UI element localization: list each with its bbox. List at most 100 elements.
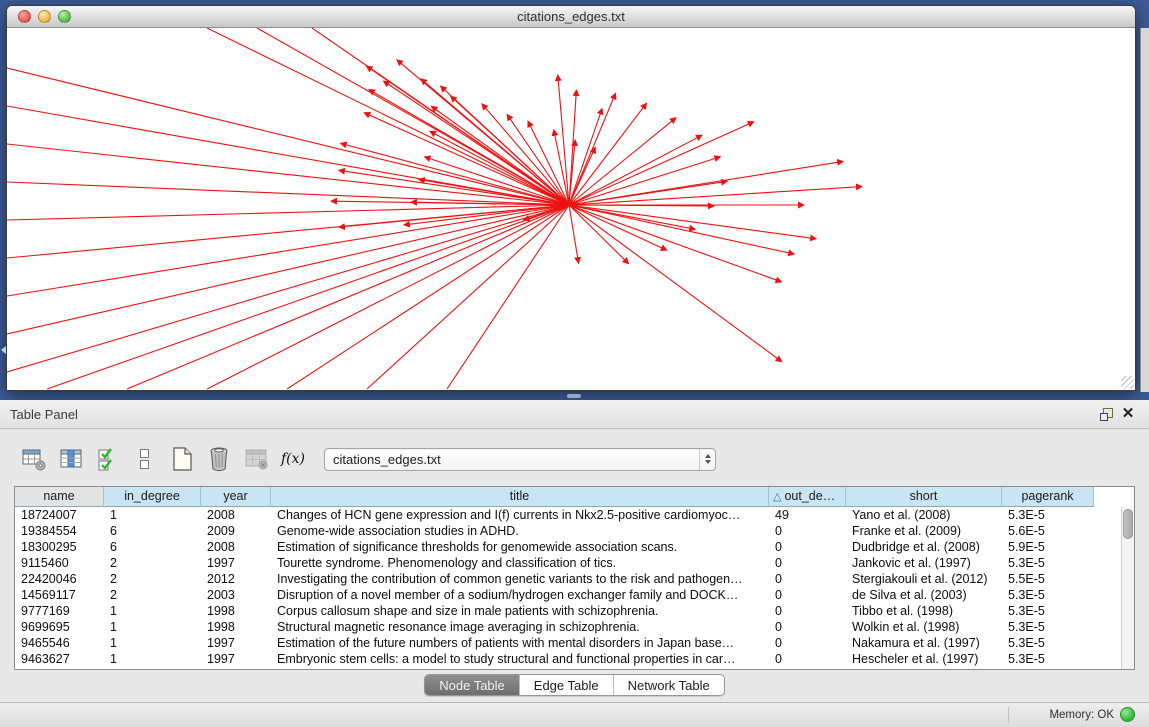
cell-title[interactable]: Disruption of a novel member of a sodium… bbox=[271, 587, 769, 603]
graph-edge[interactable] bbox=[569, 187, 862, 205]
create-column-button[interactable] bbox=[166, 442, 198, 476]
graph-edge[interactable] bbox=[431, 106, 569, 205]
graph-edge[interactable] bbox=[7, 144, 569, 205]
network-canvas[interactable] bbox=[7, 28, 1135, 390]
cell-year[interactable]: 1998 bbox=[201, 619, 271, 635]
cell-name[interactable]: 9777169 bbox=[15, 603, 104, 619]
cell-in_degree[interactable]: 2 bbox=[104, 571, 201, 587]
column-header-short[interactable]: short bbox=[846, 487, 1002, 507]
graph-edge[interactable] bbox=[569, 103, 647, 205]
cell-year[interactable]: 2008 bbox=[201, 507, 271, 523]
cell-in_degree[interactable]: 2 bbox=[104, 555, 201, 571]
cell-in_degree[interactable]: 6 bbox=[104, 539, 201, 555]
cell-in_degree[interactable]: 1 bbox=[104, 507, 201, 523]
table-row[interactable]: 2242004622012Investigating the contribut… bbox=[15, 571, 1121, 587]
cell-year[interactable]: 1997 bbox=[201, 651, 271, 667]
table-vertical-scrollbar[interactable] bbox=[1121, 507, 1134, 669]
cell-title[interactable]: Estimation of the future numbers of pati… bbox=[271, 635, 769, 651]
cell-year[interactable]: 1997 bbox=[201, 635, 271, 651]
cell-year[interactable]: 1997 bbox=[201, 555, 271, 571]
close-panel-button[interactable]: ✕ bbox=[1117, 404, 1139, 424]
graph-edge[interactable] bbox=[569, 122, 754, 205]
graph-edge[interactable] bbox=[430, 131, 569, 205]
function-builder-button[interactable]: f(x) bbox=[277, 442, 309, 476]
tab-network-table[interactable]: Network Table bbox=[613, 675, 724, 695]
graph-edge[interactable] bbox=[7, 68, 569, 205]
cell-out_de[interactable]: 0 bbox=[769, 523, 846, 539]
table-row[interactable]: 1938455462009Genome-wide association stu… bbox=[15, 523, 1121, 539]
graph-edge[interactable] bbox=[569, 205, 629, 264]
combo-stepper-icon[interactable] bbox=[699, 449, 715, 470]
cell-title[interactable]: Estimation of significance thresholds fo… bbox=[271, 539, 769, 555]
table-row[interactable]: 969969511998Structural magnetic resonanc… bbox=[15, 619, 1121, 635]
cell-pagerank[interactable]: 5.3E-5 bbox=[1002, 635, 1094, 651]
cell-in_degree[interactable]: 1 bbox=[104, 651, 201, 667]
cell-short[interactable]: de Silva et al. (2003) bbox=[846, 587, 1002, 603]
cell-name[interactable]: 9465546 bbox=[15, 635, 104, 651]
cell-short[interactable]: Yano et al. (2008) bbox=[846, 507, 1002, 523]
tab-edge-table[interactable]: Edge Table bbox=[519, 675, 613, 695]
cell-short[interactable]: Nakamura et al. (1997) bbox=[846, 635, 1002, 651]
graph-edge[interactable] bbox=[7, 182, 569, 205]
cell-title[interactable]: Embryonic stem cells: a model to study s… bbox=[271, 651, 769, 667]
cell-title[interactable]: Investigating the contribution of common… bbox=[271, 571, 769, 587]
table-row[interactable]: 1830029562008Estimation of significance … bbox=[15, 539, 1121, 555]
close-window-button[interactable] bbox=[18, 10, 31, 23]
cell-pagerank[interactable]: 5.3E-5 bbox=[1002, 651, 1094, 667]
column-header-in_degree[interactable]: in_degree bbox=[104, 487, 201, 507]
cell-year[interactable]: 2003 bbox=[201, 587, 271, 603]
graph-edge[interactable] bbox=[7, 205, 569, 372]
table-row[interactable]: 946554611997Estimation of the future num… bbox=[15, 635, 1121, 651]
cell-title[interactable]: Tourette syndrome. Phenomenology and cla… bbox=[271, 555, 769, 571]
float-panel-button[interactable] bbox=[1095, 404, 1117, 424]
cell-pagerank[interactable]: 5.3E-5 bbox=[1002, 603, 1094, 619]
column-header-name[interactable]: name bbox=[15, 487, 104, 507]
table-selector-combo[interactable]: citations_edges.txt bbox=[324, 448, 716, 471]
table-row[interactable]: 1456911722003Disruption of a novel membe… bbox=[15, 587, 1121, 603]
cell-out_de[interactable]: 0 bbox=[769, 603, 846, 619]
cell-out_de[interactable]: 0 bbox=[769, 555, 846, 571]
cell-year[interactable]: 1998 bbox=[201, 603, 271, 619]
cell-in_degree[interactable]: 1 bbox=[104, 635, 201, 651]
graph-edge[interactable] bbox=[569, 157, 720, 205]
table-settings-button[interactable] bbox=[18, 442, 50, 476]
graph-edge[interactable] bbox=[569, 205, 782, 282]
graph-edge[interactable] bbox=[569, 93, 616, 205]
cell-out_de[interactable]: 49 bbox=[769, 507, 846, 523]
graph-edge[interactable] bbox=[287, 205, 569, 389]
cell-in_degree[interactable]: 6 bbox=[104, 523, 201, 539]
cell-title[interactable]: Changes of HCN gene expression and I(f) … bbox=[271, 507, 769, 523]
graph-edge[interactable] bbox=[47, 205, 569, 389]
table-row[interactable]: 911546021997Tourette syndrome. Phenomeno… bbox=[15, 555, 1121, 571]
cell-in_degree[interactable]: 1 bbox=[104, 619, 201, 635]
graph-edge[interactable] bbox=[364, 113, 569, 205]
column-header-title[interactable]: title bbox=[271, 487, 769, 507]
graph-edge[interactable] bbox=[207, 28, 569, 205]
cell-pagerank[interactable]: 5.5E-5 bbox=[1002, 571, 1094, 587]
zoom-window-button[interactable] bbox=[58, 10, 71, 23]
graph-edge[interactable] bbox=[383, 81, 569, 205]
cell-title[interactable]: Genome-wide association studies in ADHD. bbox=[271, 523, 769, 539]
show-columns-button[interactable] bbox=[55, 442, 87, 476]
cell-name[interactable]: 19384554 bbox=[15, 523, 104, 539]
cell-pagerank[interactable]: 5.3E-5 bbox=[1002, 555, 1094, 571]
cell-short[interactable]: Stergiakouli et al. (2012) bbox=[846, 571, 1002, 587]
cell-name[interactable]: 14569117 bbox=[15, 587, 104, 603]
column-header-out_de[interactable]: △out_de… bbox=[769, 487, 846, 507]
cell-name[interactable]: 22420046 bbox=[15, 571, 104, 587]
cell-year[interactable]: 2008 bbox=[201, 539, 271, 555]
cell-short[interactable]: Franke et al. (2009) bbox=[846, 523, 1002, 539]
cell-short[interactable]: Wolkin et al. (1998) bbox=[846, 619, 1002, 635]
cell-in_degree[interactable]: 1 bbox=[104, 603, 201, 619]
cell-out_de[interactable]: 0 bbox=[769, 635, 846, 651]
graph-edge[interactable] bbox=[127, 205, 569, 389]
cell-in_degree[interactable]: 2 bbox=[104, 587, 201, 603]
graph-edge[interactable] bbox=[447, 205, 569, 389]
cell-pagerank[interactable]: 5.6E-5 bbox=[1002, 523, 1094, 539]
cell-name[interactable]: 9115460 bbox=[15, 555, 104, 571]
cell-out_de[interactable]: 0 bbox=[769, 651, 846, 667]
delete-table-button[interactable] bbox=[240, 442, 272, 476]
cell-year[interactable]: 2009 bbox=[201, 523, 271, 539]
column-header-year[interactable]: year bbox=[201, 487, 271, 507]
cell-out_de[interactable]: 0 bbox=[769, 587, 846, 603]
